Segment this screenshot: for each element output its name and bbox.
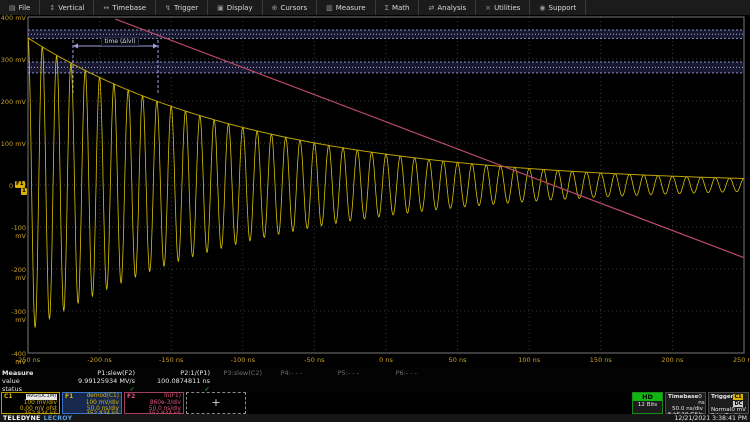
hd-mode-panel[interactable]: HD 12 Bits [632,392,663,414]
x-tick-label: -150 ns [149,356,193,364]
menu-vertical[interactable]: ↕Vertical [40,0,94,15]
menu-utilities[interactable]: ×Utilities [476,0,530,15]
menu-label: Display [227,4,253,12]
menu-math[interactable]: ΣMath [376,0,420,15]
waveform-plot-area: 400 mV300 mV200 mV100 mV0 mV-100 mV-200 … [0,15,750,368]
menu-measure[interactable]: ▥Measure [317,0,375,15]
hd-badge: HD [633,393,662,401]
teledyne-lecroy-logo: TELEDYNELECROY [3,415,72,422]
menu-analysis[interactable]: ⇄Analysis [419,0,476,15]
menu-timebase[interactable]: ↔Timebase [94,0,156,15]
menu-label: Measure [336,4,366,12]
oscilloscope-screen: ▤File↕Vertical↔Timebase↯Trigger▣Display⊕… [0,0,750,422]
y-tick-label: -200 mV [0,266,26,282]
menu-label: Utilities [494,4,520,12]
x-tick-label: -200 ns [78,356,122,364]
f2-label: F2 [127,394,135,400]
date-time: 12/21/2021 3:38:41 PM [674,415,747,422]
menu-bar: ▤File↕Vertical↔Timebase↯Trigger▣Display⊕… [0,0,750,16]
x-tick-label: 50 ns [436,356,480,364]
menu-label: File [19,4,31,12]
cursors-menu-icon: ⊕ [272,4,278,12]
x-tick-label: -100 ns [221,356,265,364]
waveform-svg [0,15,750,368]
menu-display[interactable]: ▣Display [208,0,262,15]
y-tick-label: 100 mV [0,140,26,148]
param-6-header[interactable]: P6:- - - [337,369,417,377]
x-tick-label: 250 ns [722,356,750,364]
menu-label: Timebase [112,4,146,12]
menu-trigger[interactable]: ↯Trigger [156,0,208,15]
trigger-coupling-badge: DC [733,401,743,407]
x-tick-label: -250 ns [6,356,50,364]
f1-function: demod(C1) [87,394,119,400]
math-f2-descriptor[interactable]: F2 ln(F1) 860e-3/div 50.0 ns/div 352.834… [124,392,184,414]
c1-label: C1 [4,394,13,400]
param-1-header[interactable]: P1:slew(F2) [55,369,135,377]
param-1-value: 9.99125934 MV/s [55,377,135,385]
x-tick-label: -50 ns [292,356,336,364]
c1-zero-level-marker[interactable]: 1 [21,188,27,195]
menu-label: Support [549,4,577,12]
math-f1-descriptor[interactable]: F1 demod(C1) 100 mV/div 50.0 ns/div 352.… [62,392,122,414]
f1-label: F1 [65,394,73,400]
menu-label: Math [392,4,410,12]
menu-label: Vertical [58,4,84,12]
measure-value-row-label: value [2,377,20,385]
y-tick-label: -300 mV [0,308,26,324]
measure-table: Measure value status P1:slew(F2)9.991259… [0,368,750,393]
measure-menu-icon: ▥ [326,4,333,12]
c1-coupling-badge[interactable]: AVG(DC1M) [26,394,57,400]
y-tick-label: 300 mV [0,56,26,64]
display-menu-icon: ▣ [217,4,224,12]
channel-c1-descriptor[interactable]: C1 AVG(DC1M) 100 mV/div 0.00 mV ofst 352… [1,392,60,414]
trigger-source-badge: C1 [733,394,742,400]
utilities-menu-icon: × [485,4,491,12]
menu-cursors[interactable]: ⊕Cursors [263,0,318,15]
f2-ln-trace [115,19,744,258]
trigger-title: Trigger [711,394,733,407]
analysis-menu-icon: ⇄ [428,4,434,12]
y-tick-label: -100 mV [0,224,26,240]
delta-level-time-annotation[interactable]: time (Δlvl) [101,37,138,46]
timebase-offset: 0 ns [698,394,704,406]
timebase-title: Timebase [668,394,698,406]
bottom-status-bar: TELEDYNELECROY 12/21/2021 3:38:41 PM [0,414,750,422]
timebase-panel[interactable]: Timebase 0 ns 50.0 ns/div 5 kS 10 GS/s [665,392,706,414]
file-menu-icon: ▤ [9,4,16,12]
menu-label: Trigger [174,4,198,12]
support-menu-icon: ◉ [539,4,545,12]
math-menu-icon: Σ [385,4,389,12]
timebase-menu-icon: ↔ [103,4,109,12]
menu-support[interactable]: ◉ Support [530,0,586,15]
menu-label: Cursors [280,4,307,12]
y-tick-label: 400 mV [0,14,26,22]
vertical-menu-icon: ↕ [49,4,55,12]
measure-table-title: Measure [2,369,33,377]
hd-bits: 12 Bits [635,402,660,408]
f1-zero-level-marker[interactable]: F1 [15,181,25,188]
x-tick-label: 100 ns [507,356,551,364]
trigger-menu-icon: ↯ [165,4,171,12]
add-trace-button[interactable]: + [186,392,246,414]
y-tick-label: 200 mV [0,98,26,106]
param-2-value: 100.0874811 ns [130,377,210,385]
x-tick-label: 200 ns [650,356,694,364]
x-tick-label: 0 ns [364,356,408,364]
menu-label: Analysis [437,4,466,12]
trigger-panel[interactable]: Trigger C1 DC Normal 0 mV Edge Positive [708,392,749,414]
x-tick-label: 150 ns [579,356,623,364]
f2-function: ln(F1) [164,394,181,400]
menu-file[interactable]: ▤File [0,0,40,15]
